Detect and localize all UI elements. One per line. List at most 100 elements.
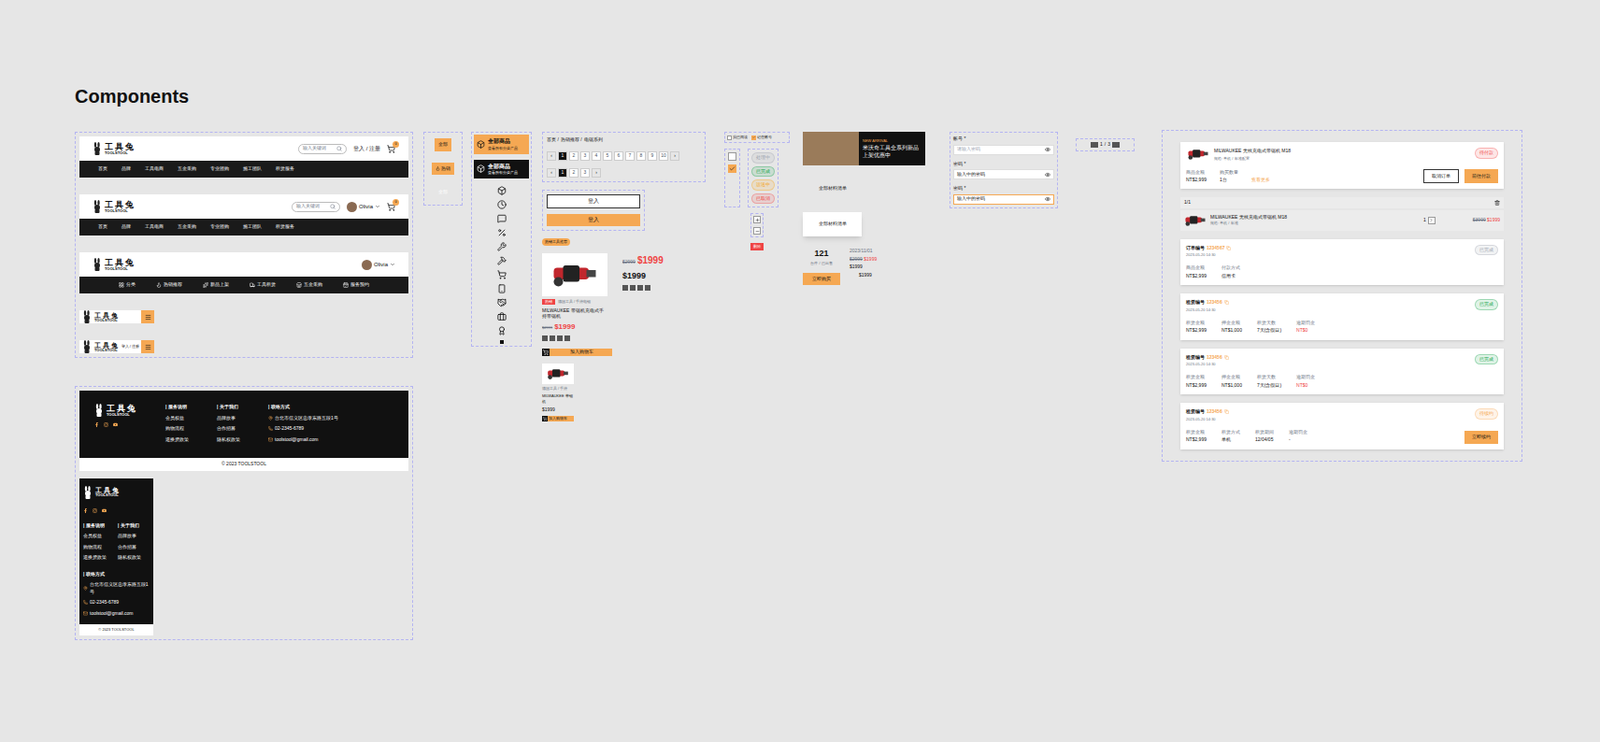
nav-item[interactable]: 工具电商 [144,165,164,173]
thumbnail[interactable] [637,285,643,291]
filter-chip[interactable]: 全部 [434,138,452,152]
checkbox-box[interactable] [728,152,737,161]
page-button[interactable]: 2 [569,151,579,161]
nav-item[interactable]: 专业团购 [210,223,229,231]
brand-logo[interactable]: 工具兔TOOLSTOOL [92,257,136,272]
password-input[interactable]: 输入中的密码 [953,194,1055,205]
thumbnail[interactable] [564,335,571,342]
page-button[interactable]: 1 [557,168,568,178]
order-card[interactable]: 租赁编号 1234562023-05-20 14:30已完成租赁金额NT$2,9… [1180,293,1504,341]
category-icon[interactable] [497,256,507,266]
nav-item[interactable]: 五金采购 [177,165,197,173]
thumbnail[interactable] [629,285,636,291]
instagram-icon[interactable] [103,422,109,428]
copy-icon[interactable] [1226,245,1231,251]
brand-logo[interactable]: 工具兔TOOLSTOOL [82,340,120,354]
banner-card[interactable]: NEW ARRIVAL米沃奇工具全系列新品上架优惠中 [802,131,926,166]
footer-link[interactable]: 品牌故事 [216,414,241,423]
nav-item[interactable]: 新品上架 [202,281,229,289]
instagram-icon[interactable] [92,508,98,514]
brand-logo[interactable]: 工具兔TOOLSTOOL [83,485,150,500]
next-button[interactable]: › [670,151,680,161]
user-menu[interactable]: Olivia [346,201,381,213]
eye-icon[interactable] [1044,196,1051,202]
facebook-icon[interactable] [83,508,88,514]
trash-icon[interactable] [1494,200,1500,206]
nav-item[interactable]: 五金采购 [296,281,323,289]
more-link[interactable]: 查看更多 [1251,176,1271,185]
add-cart-button[interactable]: 加入购物车 [542,348,613,357]
filter-chip[interactable]: 全部 [434,185,452,200]
footer-link[interactable]: 会员权益 [165,414,189,423]
checkbox[interactable]: 我已阅读 [727,134,748,141]
material-card[interactable]: 全部材料清单 [802,176,862,201]
cart-row[interactable]: MILWAUKEE 无线充电式带锯机 M18规格: 单机 / 标准1$3999 … [1180,210,1504,231]
copy-icon[interactable] [1224,300,1229,305]
filter-chip[interactable]: 热销 [431,162,455,176]
page-button[interactable]: 10 [658,151,669,161]
brand-logo[interactable]: 工具兔TOOLSTOOL [92,142,136,156]
nav-item[interactable]: 工具租赁 [249,281,276,289]
thumbnail[interactable] [644,285,651,291]
cart-button[interactable]: 0 [386,144,396,154]
footer-link[interactable]: 退换货政策 [83,554,107,562]
login-button[interactable]: 登入 [546,194,641,209]
nav-item[interactable]: 专业团购 [210,165,229,173]
thumbnail[interactable] [622,285,629,291]
nav-item[interactable]: 分类 [118,281,136,289]
page-button[interactable]: 4 [591,151,601,161]
page-button[interactable]: 5 [602,151,613,161]
breadcrumb-item[interactable]: 电锯系列 [584,136,603,144]
page-button[interactable]: 9 [647,151,658,161]
small-product-card[interactable]: 德国工具 / 手持MILWAUKEE 带锯机$1999加入购物车 [542,363,574,422]
thumbnail[interactable] [549,335,556,342]
search-field[interactable]: 输入关键词 [298,143,347,155]
category-icon[interactable] [497,312,507,322]
nav-item[interactable]: 首页 [98,223,108,231]
brand-logo[interactable]: 工具兔TOOLSTOOL [92,200,136,214]
login-link[interactable]: 登入 / 注册 [121,343,140,350]
category-icon[interactable] [497,228,507,238]
category-card[interactable]: 全部商品查看所有分类产品 [473,134,529,155]
breadcrumb-item[interactable]: 首页 / [546,136,559,144]
order-card[interactable]: 租赁编号 1234562023-05-20 14:30已完成租赁金额NT$2,9… [1180,348,1504,396]
page-button[interactable]: 2 [569,168,579,178]
category-icon[interactable] [497,326,507,336]
search-field[interactable]: 输入关键词 [291,201,341,213]
order-card[interactable]: 租赁编号 1234562023-05-20 14:30待续约租赁金额NT$2,9… [1180,402,1504,450]
brand-logo[interactable]: 工具兔TOOLSTOOL [82,310,120,324]
nav-item[interactable]: 租赁服务 [275,223,295,231]
stepper-up[interactable] [753,215,761,224]
category-icon[interactable] [497,270,507,280]
page-button[interactable]: 1 [557,151,568,161]
password-input[interactable]: 请输入密码 [953,144,1055,156]
product-card[interactable]: 热销德国工具 / 手持电锯MILWAUKEE 带锯机充电式手持带锯机$2999$… [542,253,608,343]
renew-button[interactable]: 立即续约 [1464,430,1499,444]
nav-item[interactable]: 服务预约 [342,281,370,289]
order-action-button[interactable]: 前往付款 [1464,169,1499,185]
footer-link[interactable]: 品牌故事 [117,532,142,541]
menu-button[interactable] [141,310,155,324]
order-card[interactable]: 订单编号 12345672023-05-20 14:30已完成商品金额NT$2,… [1180,239,1504,286]
nav-item[interactable]: 热销推荐 [156,281,183,289]
footer-link[interactable]: 会员权益 [83,532,107,541]
eye-icon[interactable] [1044,146,1051,153]
footer-link[interactable]: 购物流程 [83,543,107,552]
nav-item[interactable]: 施工团队 [242,223,262,231]
youtube-icon[interactable] [113,422,118,428]
material-card[interactable]: 全部材料清单 [802,212,862,237]
checkbox-box[interactable] [728,164,737,173]
login-button[interactable]: 登入 [546,214,641,227]
category-icon[interactable] [497,214,507,224]
stepper-down[interactable] [753,227,761,235]
page-button[interactable]: 3 [580,168,590,178]
delete-tag[interactable]: 删除 [750,242,764,251]
facebook-icon[interactable] [94,422,100,428]
footer-link[interactable]: 隐私权政策 [216,436,241,444]
footer-link[interactable]: 合作招募 [216,425,241,433]
category-icon[interactable] [497,284,507,294]
cart-item-card[interactable]: MILWAUKEE 无线充电式带锯机 M18规格: 单机 / 标准配置待付款商品… [1180,142,1504,189]
order-action-button[interactable]: 取消订单 [1423,169,1459,185]
nav-item[interactable]: 品牌 [121,223,131,231]
mini-thumb[interactable] [1112,142,1120,148]
